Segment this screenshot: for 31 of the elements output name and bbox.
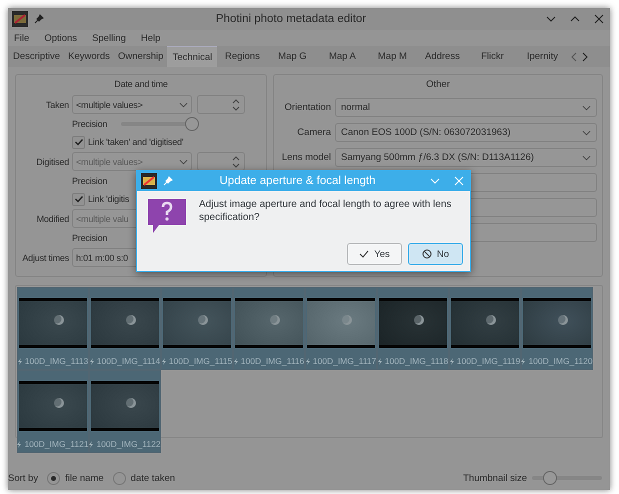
- checkbox-label: Link 'taken' and 'digitised': [88, 137, 184, 147]
- radio-label: file name: [65, 472, 104, 484]
- window-title: Photini photo metadata editor: [214, 13, 368, 25]
- checkbox-label: Link 'digitis: [88, 194, 130, 204]
- dialog-message: Adjust image aperture and focal length to agree with lens specification?: [199, 198, 452, 224]
- precision-label: Precision: [72, 233, 108, 243]
- thumbnail-label: 100D_IMG_1115: [168, 356, 232, 366]
- thumbnail-size-label: Thumbnail size: [463, 472, 527, 484]
- thumbnail-label: 100D_IMG_1118: [384, 356, 448, 366]
- radio-label: date taken: [130, 472, 176, 484]
- field-label: Taken: [44, 100, 69, 110]
- field-label: Modified: [36, 214, 69, 224]
- thumbnail-label: 100D_IMG_1120: [528, 356, 593, 366]
- precision-label: Precision: [72, 119, 108, 129]
- field-label: Camera: [296, 127, 331, 138]
- thumbnail-label: 100D_IMG_1114: [96, 356, 160, 366]
- precision-label: Precision: [72, 176, 108, 186]
- thumbnail-label: 100D_IMG_1113: [24, 356, 88, 366]
- field-label: Lens model: [280, 152, 331, 163]
- field-label: Adjust times: [21, 252, 69, 262]
- group-title: Other: [426, 79, 450, 90]
- dialog-title: Update aperture & focal length: [218, 175, 376, 187]
- thumbnail-label: 100D_IMG_1117: [312, 356, 376, 366]
- thumbnail-label: 100D_IMG_1116: [240, 356, 304, 366]
- field-label: Digitised: [35, 156, 69, 166]
- field-label: Orientation: [284, 102, 331, 113]
- thumbnail-label: 100D_IMG_1122: [96, 439, 161, 449]
- sort-label: Sort by: [8, 472, 38, 484]
- thumbnail-label: 100D_IMG_1119: [456, 356, 520, 366]
- thumbnail-label: 100D_IMG_1121: [24, 439, 89, 449]
- group-title: Date and time: [114, 79, 168, 89]
